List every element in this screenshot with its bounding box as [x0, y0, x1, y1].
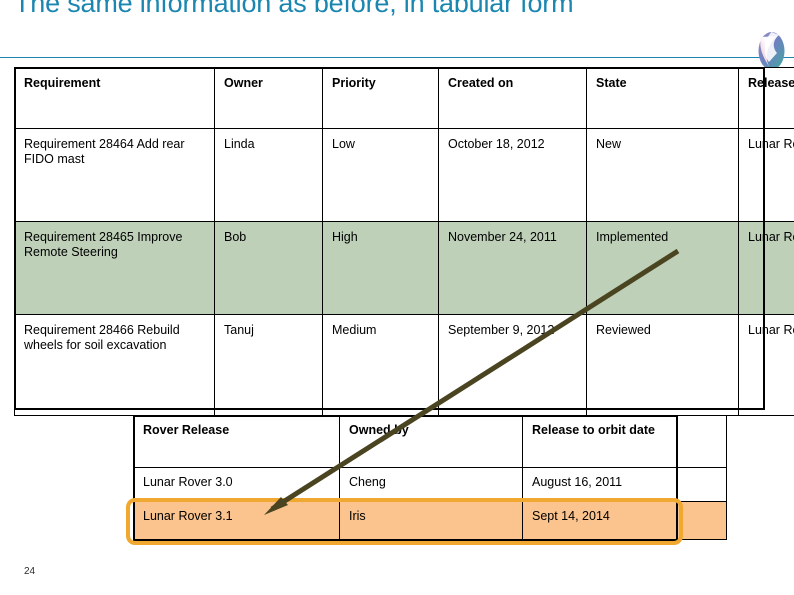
cell-owned-by: Cheng [339, 467, 523, 502]
table-header-row: Rover Release Owned by Release to orbit … [133, 415, 727, 468]
cell-priority: High [322, 221, 439, 315]
cell-priority: Medium [322, 314, 439, 416]
requirements-table: Requirement Owner Priority Created on St… [14, 67, 794, 416]
cell-state: New [586, 128, 739, 222]
table-header-row: Requirement Owner Priority Created on St… [14, 67, 794, 129]
column-header-requirement: Requirement [14, 67, 215, 129]
column-header-owned-by: Owned by [339, 415, 523, 468]
cell-owner: Linda [214, 128, 323, 222]
cell-state: Reviewed [586, 314, 739, 416]
cell-requirement: Requirement 28464 Add rear FIDO mast [14, 128, 215, 222]
column-header-owner: Owner [214, 67, 323, 129]
cell-release: Lunar Rover 3.1 [738, 314, 794, 416]
column-header-created-on: Created on [438, 67, 587, 129]
cell-owner: Bob [214, 221, 323, 315]
cell-created-on: September 9, 2012 [438, 314, 587, 416]
cell-rover-release: Lunar Rover 3.0 [133, 467, 340, 502]
table-row[interactable]: Requirement 28466 Rebuild wheels for soi… [14, 314, 794, 416]
page-title: The same information as before, in tabul… [14, 0, 574, 18]
cell-orbit-date: August 16, 2011 [522, 467, 727, 502]
column-header-rover-release: Rover Release [133, 415, 340, 468]
release-table: Rover Release Owned by Release to orbit … [133, 415, 727, 540]
cell-priority: Low [322, 128, 439, 222]
column-header-release: Release [738, 67, 794, 129]
cell-requirement: Requirement 28466 Rebuild wheels for soi… [14, 314, 215, 416]
cell-created-on: October 18, 2012 [438, 128, 587, 222]
title-divider [0, 57, 794, 58]
cell-release: Lunar Rover 3.1 [738, 128, 794, 222]
table-row-highlighted[interactable]: Lunar Rover 3.1 Iris Sept 14, 2014 [133, 501, 727, 540]
column-header-priority: Priority [322, 67, 439, 129]
cell-requirement: Requirement 28465 Improve Remote Steerin… [14, 221, 215, 315]
column-header-release-to-orbit-date: Release to orbit date [522, 415, 727, 468]
cell-rover-release: Lunar Rover 3.1 [133, 501, 340, 540]
table-row[interactable]: Lunar Rover 3.0 Cheng August 16, 2011 [133, 467, 727, 502]
cell-created-on: November 24, 2011 [438, 221, 587, 315]
table-row[interactable]: Requirement 28465 Improve Remote Steerin… [14, 221, 794, 315]
cell-release: Lunar Rover 3.1 [738, 221, 794, 315]
cell-owned-by: Iris [339, 501, 523, 540]
table-row[interactable]: Requirement 28464 Add rear FIDO mast Lin… [14, 128, 794, 222]
cell-state: Implemented [586, 221, 739, 315]
cell-orbit-date: Sept 14, 2014 [522, 501, 727, 540]
swirl-logo-icon [755, 31, 788, 71]
page-number: 24 [24, 566, 36, 577]
column-header-state: State [586, 67, 739, 129]
cell-owner: Tanuj [214, 314, 323, 416]
